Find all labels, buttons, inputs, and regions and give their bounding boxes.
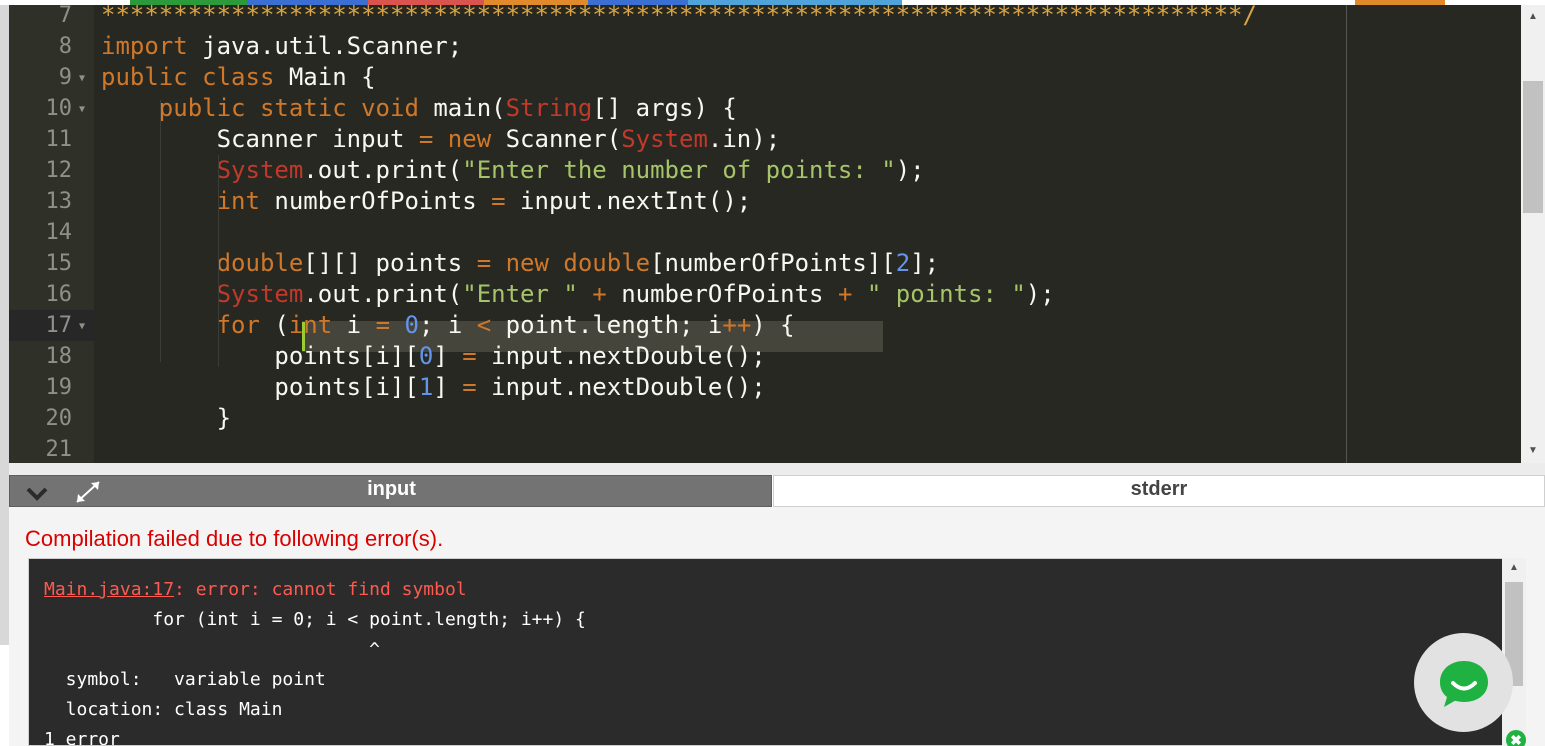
tab-input[interactable]: input <box>9 475 772 507</box>
tab-stderr-label: stderr <box>1130 478 1188 500</box>
line-number: 11 <box>9 124 94 155</box>
code-line[interactable]: int numberOfPoints = input.nextInt(); <box>101 186 752 217</box>
fold-toggle-icon[interactable]: ▼ <box>79 73 85 84</box>
scroll-up-arrow-icon[interactable]: ▲ <box>1521 11 1545 22</box>
line-number: 21 <box>9 434 94 463</box>
code-line[interactable]: import java.util.Scanner; <box>101 31 462 62</box>
close-badge-icon[interactable]: ✖ <box>1506 730 1526 746</box>
line-number: 14 <box>9 217 94 248</box>
line-number-text: 9 <box>58 65 72 90</box>
fold-toggle-icon[interactable]: ▼ <box>79 321 85 332</box>
compilation-error-title: Compilation failed due to following erro… <box>25 526 444 551</box>
scroll-down-arrow-icon[interactable]: ▼ <box>1521 445 1545 456</box>
line-number-text: 20 <box>45 406 73 431</box>
line-number-text: 13 <box>45 189 73 214</box>
error-symbol-line: symbol: variable point <box>44 669 326 690</box>
line-number: 9 ▼ <box>9 62 94 93</box>
output-panel: Compilation failed due to following erro… <box>9 507 1545 746</box>
line-number-text: 12 <box>45 158 73 183</box>
code-line[interactable]: ****************************************… <box>101 5 1257 31</box>
line-number: 15 <box>9 248 94 279</box>
tab-stderr[interactable]: stderr <box>773 475 1545 507</box>
line-number-text: 19 <box>45 375 73 400</box>
line-number-text: 15 <box>45 251 73 276</box>
line-number-text: 18 <box>45 344 73 369</box>
editor-scrollbar[interactable]: ▲ ▼ <box>1521 5 1545 463</box>
chevron-down-icon[interactable] <box>24 483 50 503</box>
error-count-line: 1 error <box>44 729 120 746</box>
line-number-text: 16 <box>45 282 73 307</box>
line-number-gutter: 7 8 9 ▼ 10 ▼ 11 12 13 14 15 16 17 ▼ 18 19 20 21 <box>9 5 94 463</box>
code-area[interactable]: ****************************************… <box>94 5 1521 463</box>
line-number: 18 <box>9 341 94 372</box>
line-number-text: 7 <box>58 5 72 28</box>
line-number: 10 ▼ <box>9 93 94 124</box>
code-line[interactable]: points[i][1] = input.nextDouble(); <box>101 372 765 403</box>
line-number: 13 <box>9 186 94 217</box>
indent-guide <box>218 155 219 367</box>
code-editor[interactable]: 7 8 9 ▼ 10 ▼ 11 12 13 14 15 16 17 ▼ 18 19 20 21 *********… <box>9 5 1521 463</box>
line-number: 7 <box>9 5 94 31</box>
stderr-terminal[interactable]: Main.java:17: error: cannot find symbol … <box>28 558 1526 746</box>
left-edge-strip <box>0 5 9 645</box>
expand-arrows-icon[interactable] <box>74 479 102 505</box>
line-number-text: 8 <box>58 34 72 59</box>
terminal-scrollbar[interactable]: ▲ <box>1502 558 1526 746</box>
line-number: 8 <box>9 31 94 62</box>
io-tab-bar: input stderr <box>9 475 1545 507</box>
line-number: 12 <box>9 155 94 186</box>
error-location-link[interactable]: Main.java:17 <box>44 579 174 600</box>
error-code-line: for (int i = 0; i < point.length; i++) { <box>44 609 586 630</box>
line-number: 17 ▼ <box>9 310 94 341</box>
print-margin-line <box>1346 5 1347 463</box>
line-number-text: 10 <box>45 96 73 121</box>
line-number-text: 21 <box>45 437 73 462</box>
tab-input-label: input <box>367 478 416 500</box>
code-line[interactable]: } <box>101 403 231 434</box>
line-number-text: 17 <box>45 313 73 338</box>
code-line[interactable]: for (int i = 0; i < point.length; i++) { <box>101 310 795 341</box>
editor-scroll-thumb[interactable] <box>1523 81 1543 213</box>
line-number: 16 <box>9 279 94 310</box>
code-line[interactable]: public static void main(String[] args) { <box>101 93 737 124</box>
error-location-line: location: class Main <box>44 699 283 720</box>
code-line[interactable]: double[][] points = new double[numberOfP… <box>101 248 940 279</box>
line-number: 20 <box>9 403 94 434</box>
code-line[interactable]: public class Main { <box>101 62 376 93</box>
terminal-scroll-up-icon[interactable]: ▲ <box>1502 562 1526 573</box>
line-number: 19 <box>9 372 94 403</box>
line-number-text: 11 <box>45 127 73 152</box>
code-line[interactable]: points[i][0] = input.nextDouble(); <box>101 341 765 372</box>
chat-bubble-icon[interactable] <box>1414 633 1513 732</box>
code-line[interactable]: Scanner input = new Scanner(System.in); <box>101 124 781 155</box>
error-message: : error: cannot find symbol <box>174 579 467 600</box>
line-number-text: 14 <box>45 220 73 245</box>
pane-splitter[interactable] <box>9 463 1545 475</box>
code-line[interactable]: System.out.print("Enter " + numberOfPoin… <box>101 279 1055 310</box>
error-caret-line: ^ <box>44 639 380 660</box>
error-header-line: Main.java:17: error: cannot find symbol <box>44 579 467 600</box>
code-line[interactable]: System.out.print("Enter the number of po… <box>101 155 925 186</box>
fold-toggle-icon[interactable]: ▼ <box>79 104 85 115</box>
indent-guide <box>160 100 161 362</box>
